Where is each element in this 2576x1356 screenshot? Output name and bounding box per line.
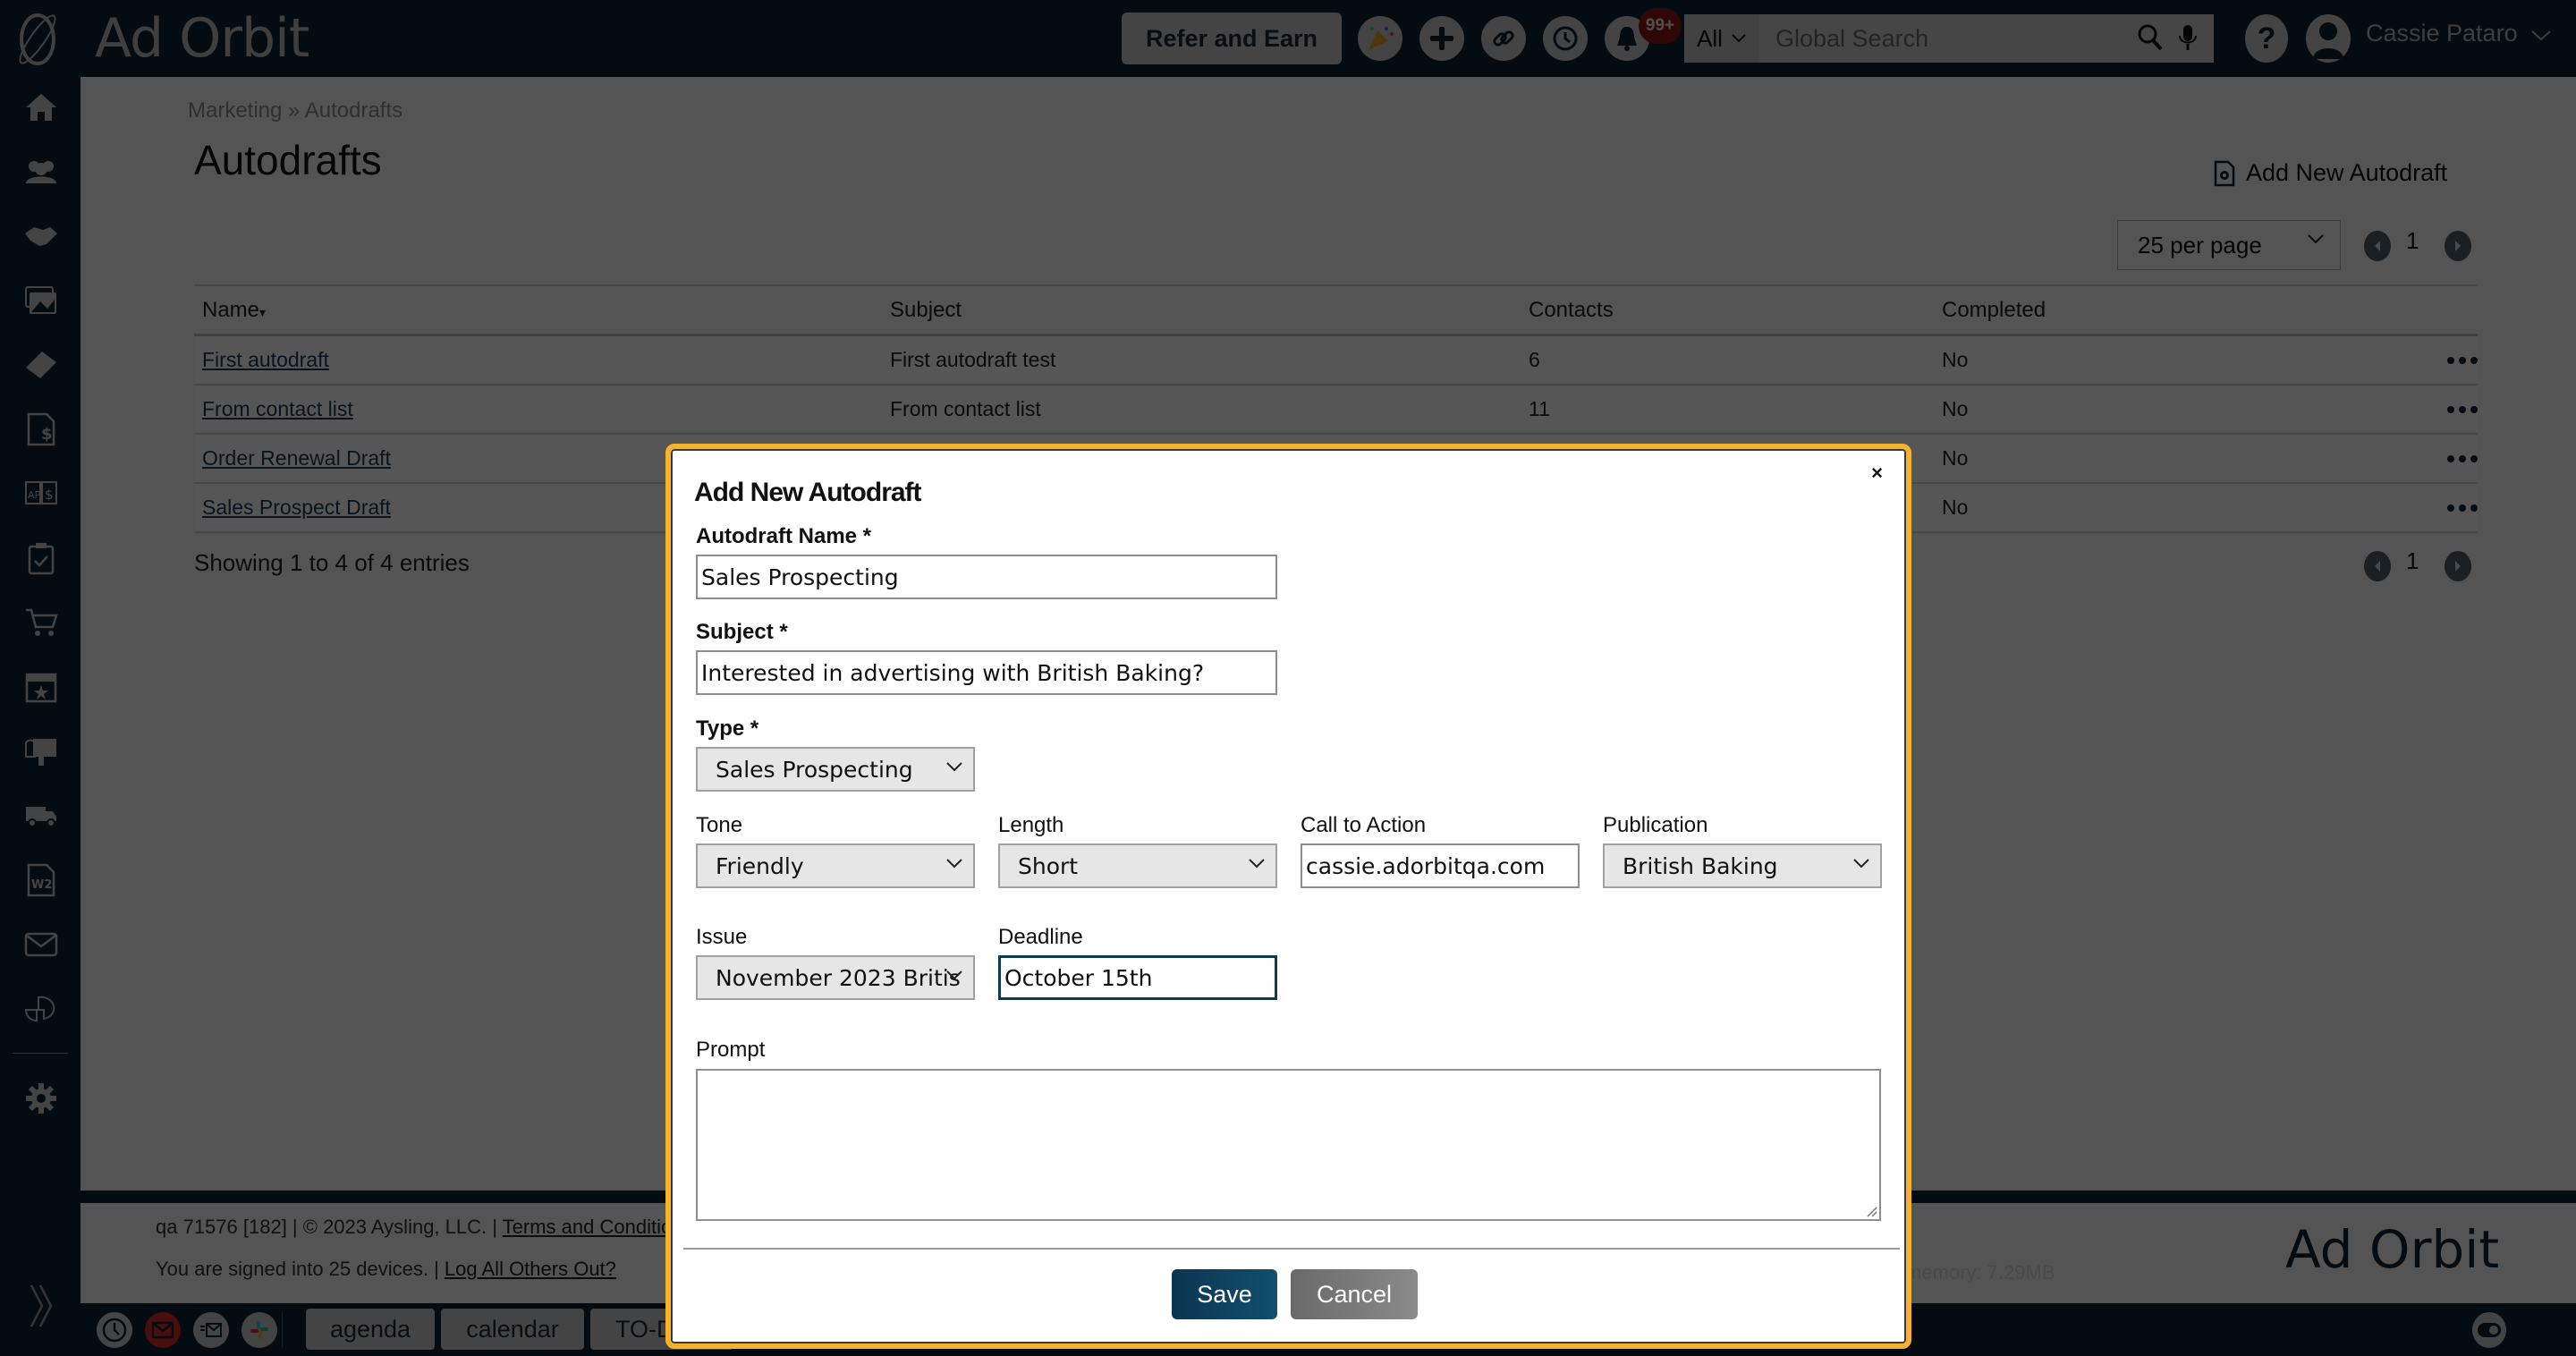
tone-value: Friendly	[716, 852, 804, 879]
deadline-label: Deadline	[998, 925, 1083, 949]
type-label: Type *	[696, 716, 759, 741]
chevron-down-icon	[946, 762, 962, 772]
modal-divider	[683, 1248, 1900, 1250]
modal-title: Add New Autodraft	[694, 478, 922, 507]
resize-handle-icon[interactable]	[1865, 1205, 1877, 1217]
length-value: Short	[1018, 852, 1079, 879]
issue-label: Issue	[696, 925, 748, 949]
chevron-down-icon	[946, 859, 962, 869]
tone-select[interactable]: Friendly	[696, 843, 975, 888]
deadline-input[interactable]: October 15th	[998, 955, 1277, 1000]
call-to-action-label: Call to Action	[1301, 813, 1427, 837]
save-button[interactable]: Save	[1172, 1269, 1277, 1319]
publication-label: Publication	[1603, 813, 1708, 837]
publication-select[interactable]: British Baking	[1603, 843, 1882, 888]
prompt-textarea[interactable]	[696, 1069, 1881, 1221]
issue-select[interactable]: November 2023 Britis	[696, 955, 975, 1000]
prompt-label: Prompt	[696, 1038, 766, 1062]
type-value: Sales Prospecting	[716, 756, 913, 783]
type-select[interactable]: Sales Prospecting	[696, 747, 975, 792]
call-to-action-input[interactable]: cassie.adorbitqa.com	[1301, 843, 1580, 888]
subject-input[interactable]: Interested in advertising with British B…	[696, 650, 1277, 695]
autodraft-name-input[interactable]: Sales Prospecting	[696, 555, 1277, 599]
length-select[interactable]: Short	[998, 843, 1277, 888]
subject-label: Subject *	[696, 620, 788, 644]
chevron-down-icon	[1853, 859, 1869, 869]
publication-value: British Baking	[1623, 852, 1778, 879]
cancel-button[interactable]: Cancel	[1291, 1269, 1418, 1319]
chevron-down-icon	[946, 970, 962, 980]
chevron-down-icon	[1249, 859, 1265, 869]
autodraft-name-label: Autodraft Name *	[696, 524, 872, 548]
add-autodraft-modal: Add New Autodraft × Autodraft Name * Sal…	[665, 444, 1911, 1349]
length-label: Length	[998, 813, 1064, 837]
tone-label: Tone	[696, 813, 743, 837]
issue-value: November 2023 Britis	[716, 964, 961, 991]
close-icon[interactable]: ×	[1871, 462, 1883, 485]
